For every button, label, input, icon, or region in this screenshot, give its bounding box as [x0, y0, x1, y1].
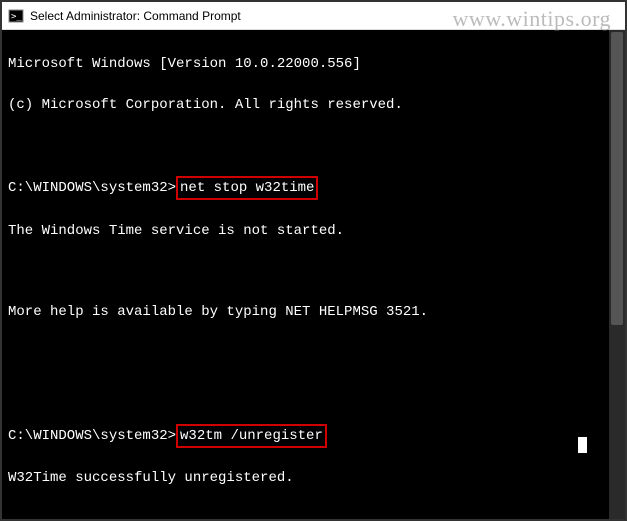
terminal-area[interactable]: Microsoft Windows [Version 10.0.22000.55…: [2, 30, 625, 519]
version-line: Microsoft Windows [Version 10.0.22000.55…: [8, 54, 603, 74]
blank-line: [8, 261, 603, 281]
copyright-line: (c) Microsoft Corporation. All rights re…: [8, 95, 603, 115]
blank-line: [8, 509, 603, 519]
output-1b: More help is available by typing NET HEL…: [8, 302, 603, 322]
blank-line: [8, 383, 603, 403]
cmd-line-1: C:\WINDOWS\system32>net stop w32time: [8, 176, 603, 200]
prompt-2: C:\WINDOWS\system32>: [8, 428, 176, 444]
output-2: W32Time successfully unregistered.: [8, 468, 603, 488]
window-title: Select Administrator: Command Prompt: [30, 9, 241, 23]
output-1: The Windows Time service is not started.: [8, 221, 603, 241]
terminal-content: Microsoft Windows [Version 10.0.22000.55…: [2, 30, 609, 519]
prompt-1: C:\WINDOWS\system32>: [8, 180, 176, 196]
cmd-line-2: C:\WINDOWS\system32>w32tm /unregister: [8, 424, 603, 448]
text-cursor: [578, 437, 587, 453]
svg-text:>_: >_: [11, 12, 22, 22]
blank-line: [8, 342, 603, 362]
highlighted-cmd-2: w32tm /unregister: [176, 424, 327, 448]
titlebar[interactable]: >_ Select Administrator: Command Prompt: [2, 2, 625, 30]
blank-line: [8, 135, 603, 155]
scrollbar[interactable]: [609, 30, 625, 519]
cmd-icon: >_: [8, 8, 24, 24]
scrollbar-thumb[interactable]: [611, 32, 623, 325]
highlighted-cmd-1: net stop w32time: [176, 176, 318, 200]
